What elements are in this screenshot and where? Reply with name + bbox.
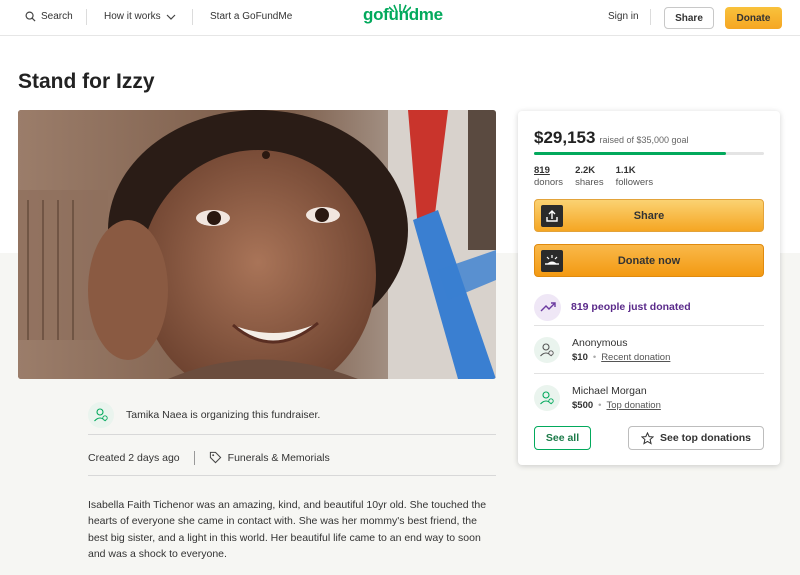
campaign-title: Stand for Izzy bbox=[18, 70, 155, 93]
category-label: Funerals & Memorials bbox=[227, 451, 330, 464]
donor-name: Michael Morgan bbox=[572, 385, 647, 397]
share-button[interactable]: Share bbox=[534, 199, 764, 232]
gofundme-logo[interactable]: gofundme bbox=[363, 4, 443, 25]
nav-divider bbox=[650, 9, 651, 25]
chevron-down-icon bbox=[166, 14, 176, 20]
how-it-works-label: How it works bbox=[104, 11, 161, 22]
stat-shares: 2.2K shares bbox=[575, 165, 604, 189]
stat-value: 1.1K bbox=[615, 165, 636, 176]
donor-row: Michael Morgan $500 • Top donation bbox=[534, 374, 764, 422]
star-icon bbox=[640, 431, 654, 445]
campaign-story: Isabella Faith Tichenor was an amazing, … bbox=[88, 499, 487, 560]
tag-icon bbox=[209, 451, 221, 464]
just-donated-text: 819 people just donated bbox=[571, 301, 691, 313]
campaign-photo[interactable] bbox=[18, 110, 496, 379]
organizer-row: Tamika Naea is organizing this fundraise… bbox=[88, 395, 496, 435]
search-icon bbox=[25, 11, 36, 22]
campaign-stats: 819 donors 2.2K shares 1.1K followers bbox=[534, 165, 653, 189]
meta-divider bbox=[193, 450, 195, 465]
organizer-avatar bbox=[88, 401, 114, 428]
how-it-works-menu[interactable]: How it works bbox=[104, 11, 176, 22]
donation-card: $29,153 raised of $35,000 goal 819 donor… bbox=[518, 111, 780, 465]
search-label: Search bbox=[41, 11, 73, 22]
category-link[interactable]: Funerals & Memorials bbox=[209, 451, 330, 464]
stat-label: followers bbox=[615, 177, 654, 188]
created-date: Created 2 days ago bbox=[88, 451, 180, 464]
progress-bar bbox=[534, 152, 764, 155]
user-icon bbox=[540, 342, 554, 356]
share-label: Share bbox=[633, 209, 665, 222]
donor-amount: $10 bbox=[572, 351, 588, 363]
campaign-meta: Created 2 days ago Funerals & Memorials bbox=[88, 440, 496, 476]
sign-in-label: Sign in bbox=[608, 11, 639, 22]
trending-icon-wrap bbox=[534, 293, 561, 321]
see-top-donations-label: See top donations bbox=[659, 432, 751, 444]
see-all-button[interactable]: See all bbox=[534, 426, 591, 450]
amount-raised: $29,153 bbox=[534, 128, 596, 147]
goal-text: raised of $35,000 goal bbox=[599, 135, 689, 145]
sign-in-link[interactable]: Sign in bbox=[608, 11, 639, 22]
donor-details: $10 • Recent donation bbox=[572, 352, 670, 363]
user-icon bbox=[94, 407, 108, 421]
donor-info: Anonymous $10 • Recent donation bbox=[572, 337, 670, 363]
header-donate-button[interactable]: Donate bbox=[725, 7, 782, 29]
stat-value: 819 bbox=[534, 165, 550, 176]
donor-avatar bbox=[534, 336, 560, 363]
separator-dot: • bbox=[592, 351, 597, 363]
donor-avatar bbox=[534, 385, 560, 411]
stat-donors[interactable]: 819 donors bbox=[534, 165, 563, 189]
donor-amount: $500 bbox=[572, 400, 594, 411]
trending-up-icon bbox=[540, 302, 556, 312]
donor-tag-link[interactable]: Top donation bbox=[606, 400, 660, 411]
stat-value: 2.2K bbox=[575, 165, 596, 176]
top-navigation: Search How it works Start a GoFundMe gof… bbox=[0, 0, 800, 36]
user-icon bbox=[540, 391, 554, 405]
donor-info: Michael Morgan $500 • Top donation bbox=[572, 385, 661, 411]
donate-now-label: Donate now bbox=[617, 254, 681, 267]
organizer-text: Tamika Naea is organizing this fundraise… bbox=[126, 408, 321, 421]
donor-row: Anonymous $10 • Recent donation bbox=[534, 326, 764, 374]
donate-icon bbox=[541, 250, 563, 272]
recent-donations-banner: 819 people just donated bbox=[534, 289, 764, 326]
nav-divider bbox=[86, 9, 87, 25]
stat-followers: 1.1K followers bbox=[616, 165, 654, 189]
search-link[interactable]: Search bbox=[25, 11, 73, 22]
separator-dot: • bbox=[598, 400, 602, 411]
start-gofundme-link[interactable]: Start a GoFundMe bbox=[210, 11, 292, 22]
header-share-button[interactable]: Share bbox=[664, 7, 714, 29]
raised-summary: $29,153 raised of $35,000 goal bbox=[534, 128, 689, 148]
donor-details: $500 • Top donation bbox=[572, 400, 661, 411]
start-gofundme-label: Start a GoFundMe bbox=[210, 11, 293, 22]
stat-label: donors bbox=[534, 177, 564, 188]
progress-fill bbox=[534, 152, 726, 155]
campaign-photo-image bbox=[18, 110, 496, 379]
stat-label: shares bbox=[575, 177, 604, 188]
see-top-donations-button[interactable]: See top donations bbox=[628, 426, 764, 450]
logo-sunburst-icon bbox=[389, 4, 411, 12]
share-icon bbox=[541, 205, 563, 227]
donor-name: Anonymous bbox=[572, 336, 628, 349]
donor-tag-link[interactable]: Recent donation bbox=[601, 352, 670, 363]
donate-now-button[interactable]: Donate now bbox=[534, 244, 764, 277]
nav-divider bbox=[192, 9, 193, 25]
